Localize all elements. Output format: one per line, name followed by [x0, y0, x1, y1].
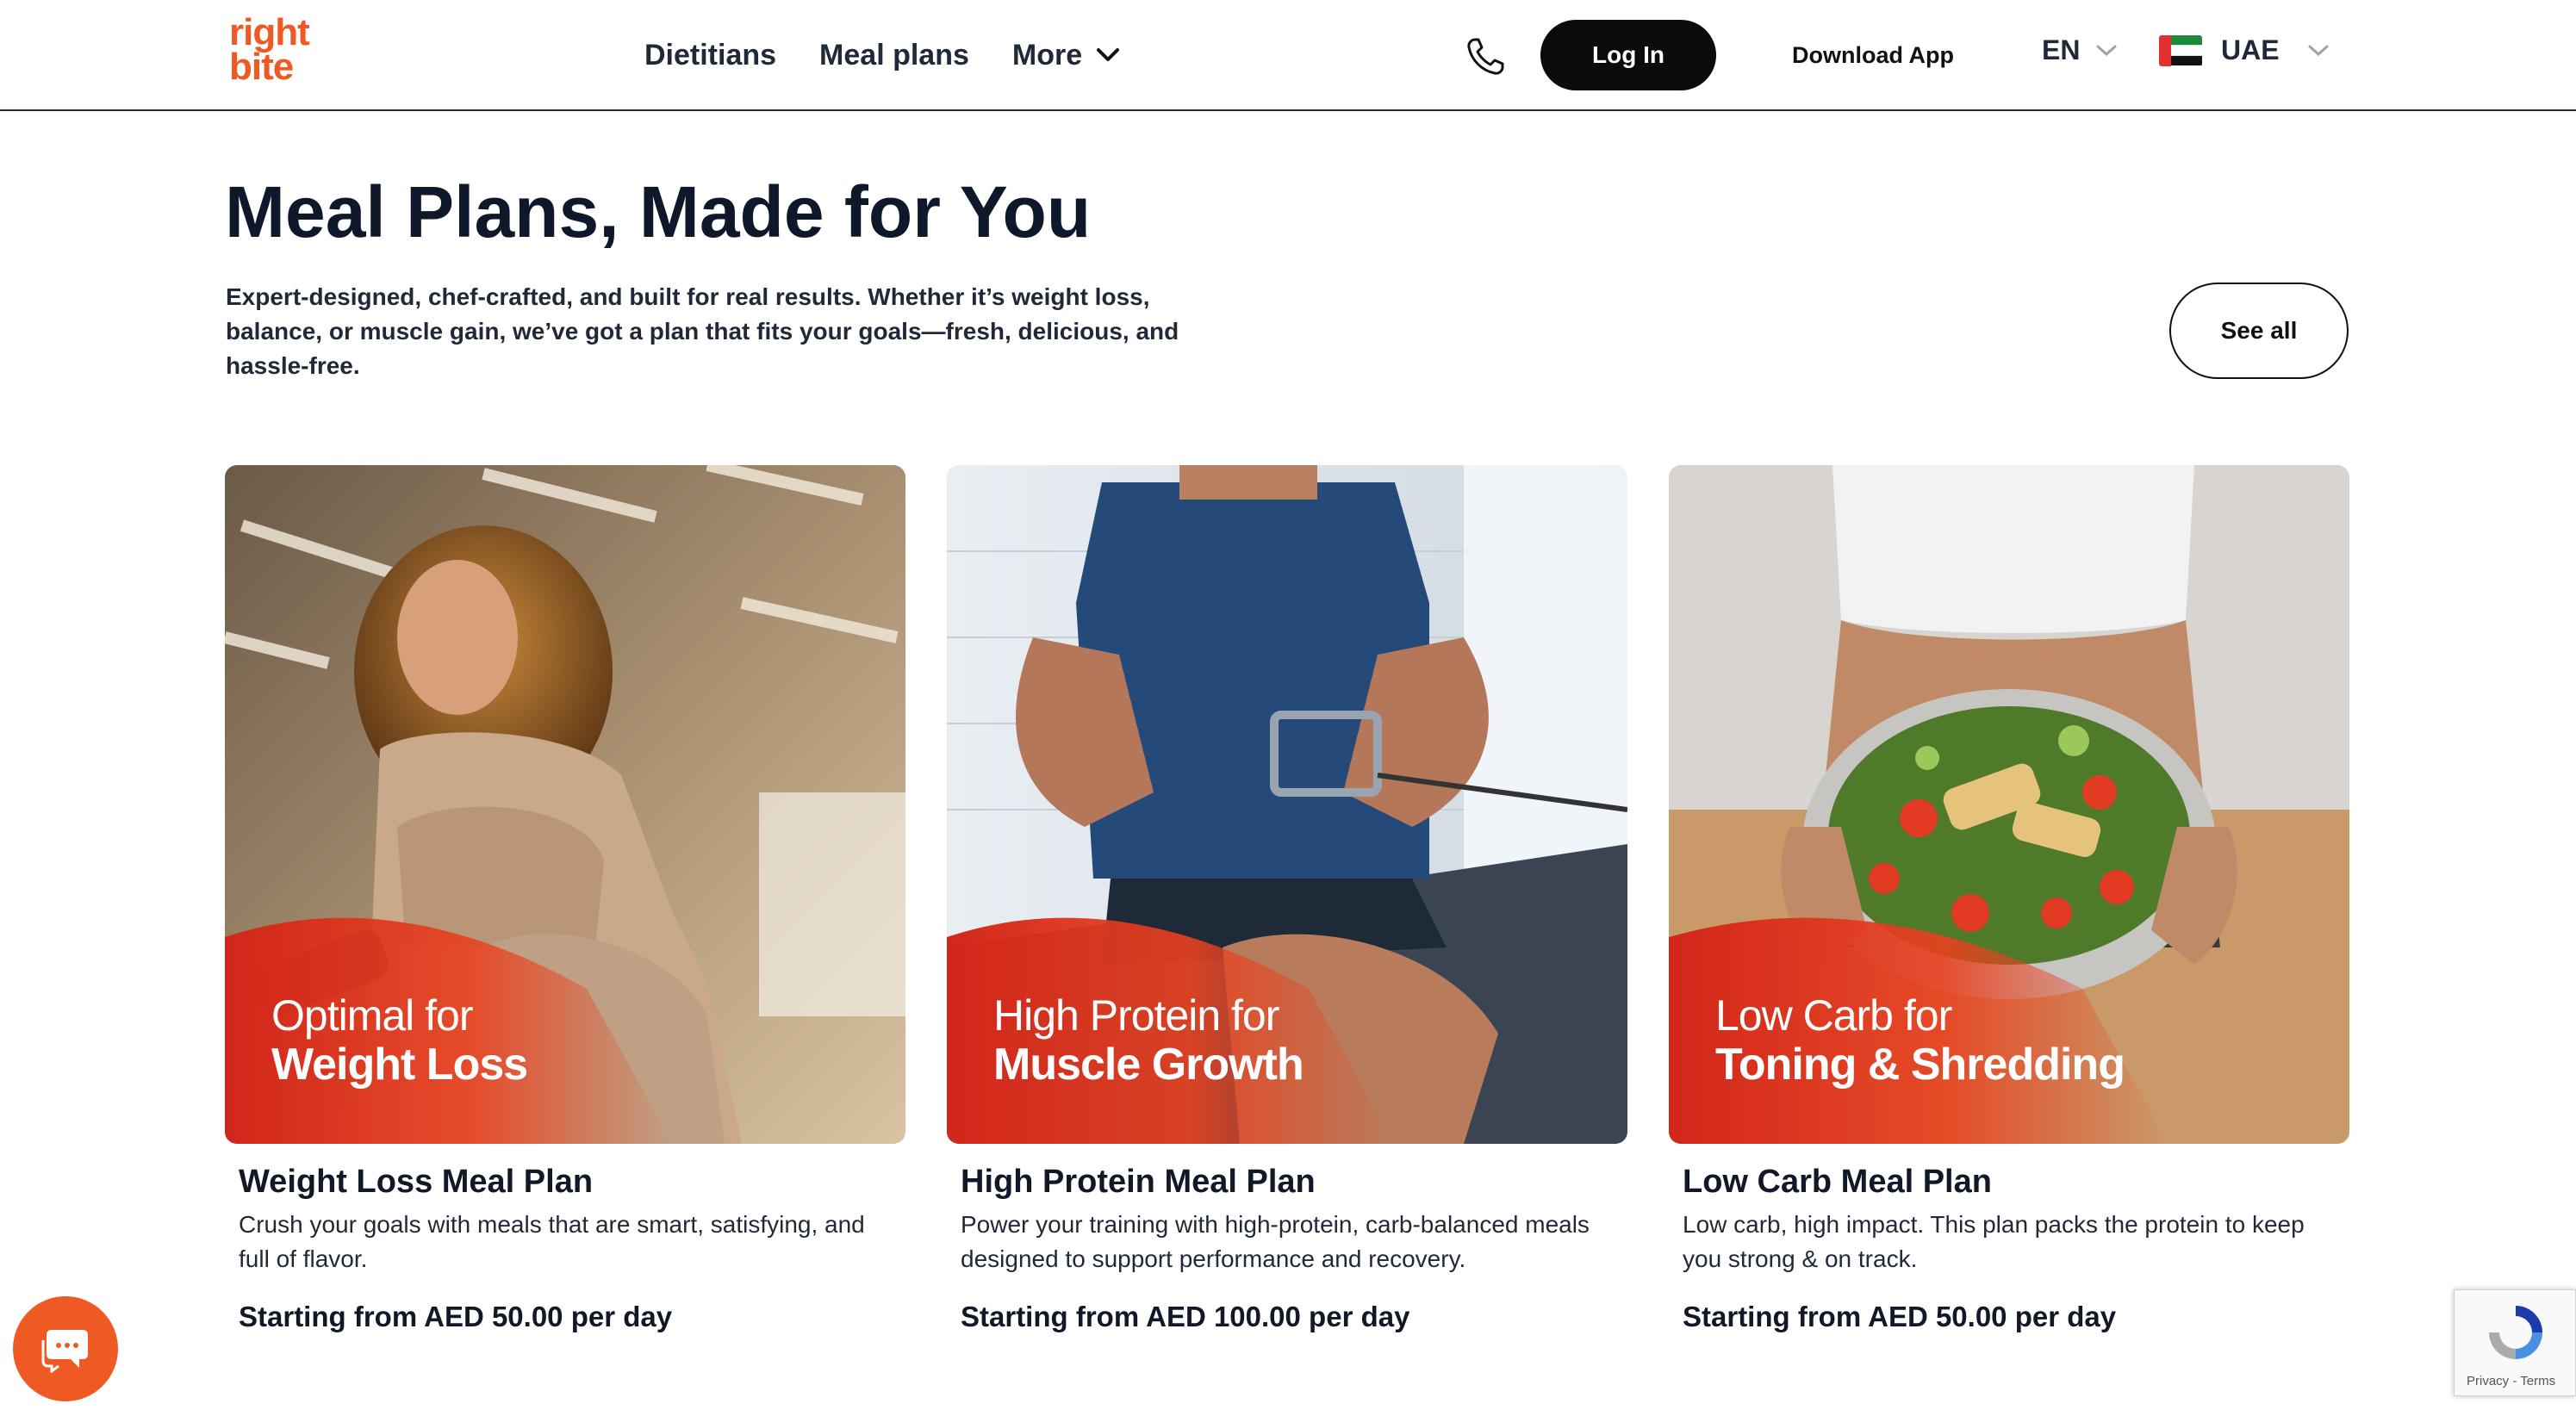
- chevron-down-icon: [1097, 48, 1120, 61]
- logo[interactable]: right bite: [229, 11, 324, 91]
- country-selector[interactable]: UAE: [2159, 34, 2330, 66]
- card-price: Starting from AED 100.00 per day: [961, 1301, 1410, 1332]
- chat-icon: [41, 1330, 88, 1373]
- card-overlay-line2: Toning & Shredding: [1715, 1040, 2125, 1090]
- card-price: Starting from AED 50.00 per day: [1683, 1301, 2117, 1332]
- card-overlay-line1: Low Carb for: [1715, 991, 1952, 1040]
- language-value: EN: [2042, 34, 2081, 65]
- download-app-link[interactable]: Download App: [1792, 38, 1954, 72]
- nav-item-more[interactable]: More: [1012, 39, 1120, 72]
- login-button[interactable]: Log In: [1540, 20, 1716, 90]
- card-description: Low carb, high impact. This plan packs t…: [1683, 1211, 2305, 1272]
- recaptcha-badge[interactable]: Privacy - Terms: [2454, 1289, 2576, 1396]
- card-description: Crush your goals with meals that are sma…: [239, 1211, 865, 1272]
- logo-line1: right: [229, 11, 310, 53]
- meal-plan-card-low-carb[interactable]: Low Carb for Toning & Shredding Low Carb…: [1669, 465, 2349, 1333]
- card-image[interactable]: Optimal for Weight Loss: [225, 465, 905, 1144]
- meal-plan-card-high-protein[interactable]: High Protein for Muscle Growth High Prot…: [947, 465, 1627, 1333]
- chat-button[interactable]: [13, 1296, 118, 1401]
- logo-line2: bite: [229, 46, 294, 88]
- phone-icon[interactable]: [1465, 36, 1506, 78]
- card-overlay-line1: High Protein for: [993, 991, 1279, 1040]
- nav-item-meal-plans[interactable]: Meal plans: [819, 34, 969, 76]
- main-nav: Dietitians Meal plans More: [644, 34, 1120, 76]
- card-overlay-line2: Muscle Growth: [993, 1040, 1304, 1090]
- chevron-down-icon: [2308, 45, 2329, 56]
- uae-flag-icon: [2159, 34, 2202, 66]
- page-title: Meal Plans, Made for You: [225, 171, 1092, 252]
- card-image[interactable]: High Protein for Muscle Growth: [947, 465, 1627, 1144]
- nav-item-dietitians[interactable]: Dietitians: [644, 34, 776, 76]
- country-value: UAE: [2221, 34, 2280, 65]
- card-overlay-line2: Weight Loss: [271, 1040, 528, 1090]
- meal-plan-card-weight-loss[interactable]: Optimal for Weight Loss Weight Loss Meal…: [225, 465, 905, 1333]
- language-selector[interactable]: EN: [2042, 34, 2118, 66]
- card-description: Power your training with high-protein, c…: [961, 1211, 1590, 1272]
- site-header: right bite Dietitians Meal plans More Lo…: [0, 0, 2576, 111]
- recaptcha-icon: [2489, 1306, 2542, 1359]
- card-image[interactable]: Low Carb for Toning & Shredding: [1669, 465, 2349, 1144]
- recaptcha-links[interactable]: Privacy - Terms: [2467, 1374, 2555, 1388]
- see-all-button[interactable]: See all: [2169, 283, 2349, 379]
- card-title[interactable]: Low Carb Meal Plan: [1683, 1159, 2349, 1204]
- section-subtitle: Expert-designed, chef-crafted, and built…: [226, 283, 1179, 379]
- card-title[interactable]: High Protein Meal Plan: [961, 1159, 1627, 1204]
- nav-more-label: More: [1011, 38, 1083, 71]
- card-title[interactable]: Weight Loss Meal Plan: [239, 1159, 905, 1204]
- chevron-down-icon: [2096, 45, 2117, 56]
- card-price: Starting from AED 50.00 per day: [239, 1301, 673, 1332]
- card-overlay-line1: Optimal for: [271, 991, 474, 1040]
